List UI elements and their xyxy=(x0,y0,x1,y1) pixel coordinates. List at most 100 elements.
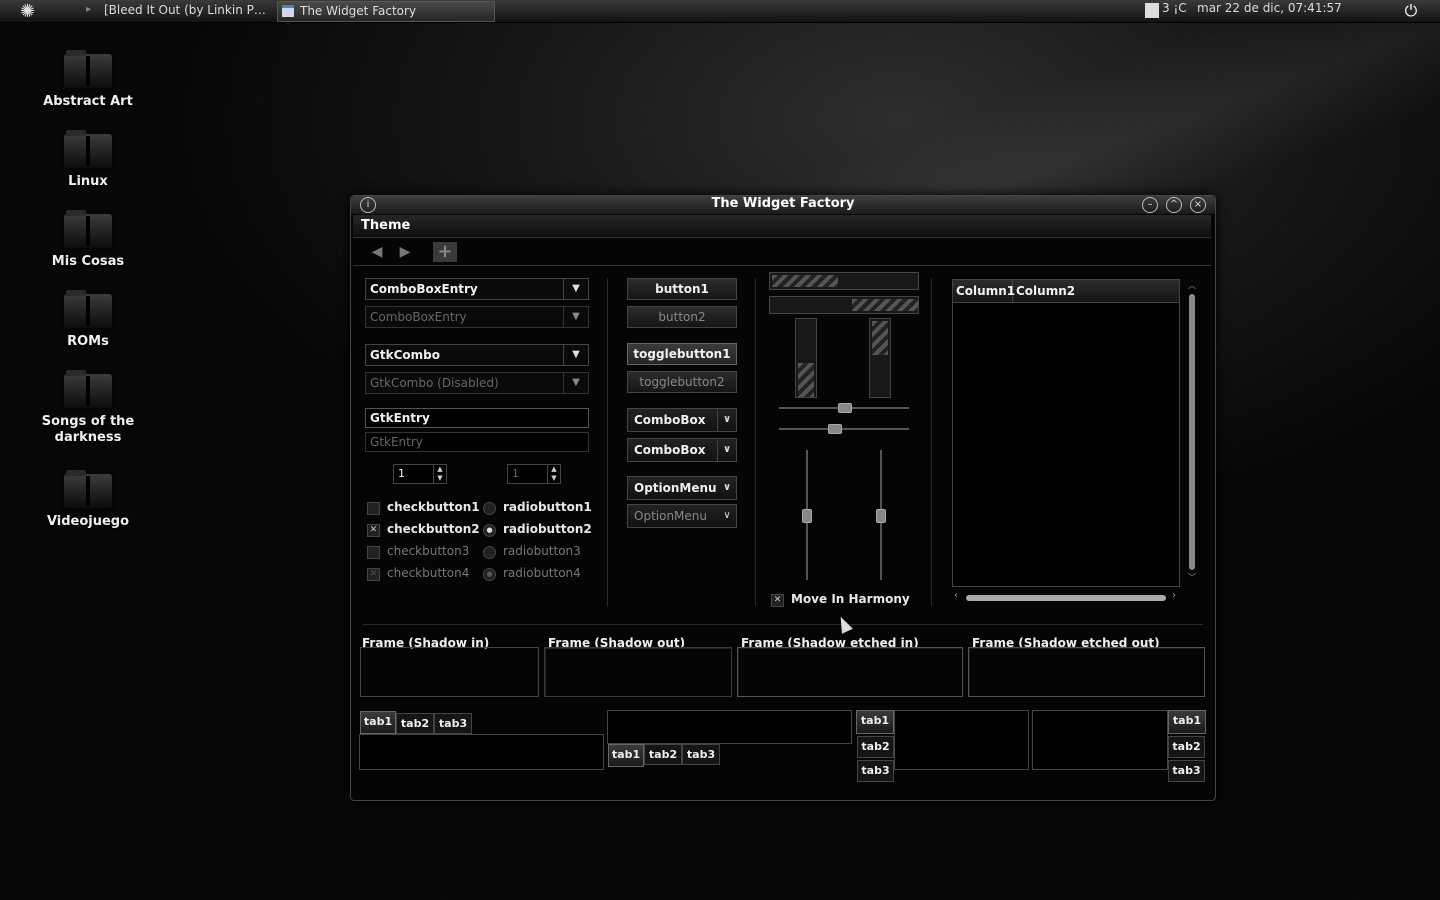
radio-off-icon xyxy=(483,502,496,515)
desktop-icon-videojuego[interactable]: Videojuego xyxy=(28,470,148,530)
titlebar[interactable]: i The Widget Factory – ^ × xyxy=(351,196,1215,214)
checkbutton-4-disabled: ✕ checkbutton4 xyxy=(367,563,477,583)
gtkcombo-1-value: GtkCombo xyxy=(370,348,440,362)
scroll-left-icon[interactable]: ‹ xyxy=(954,590,958,601)
maximize-icon[interactable]: ^ xyxy=(1166,197,1182,213)
desktop-icon-label: Videojuego xyxy=(46,514,130,529)
hscale-1[interactable] xyxy=(779,403,909,413)
back-icon[interactable]: ◀ xyxy=(365,242,389,262)
vprogressbar-2 xyxy=(869,318,891,398)
vscale-1[interactable] xyxy=(802,450,812,580)
optionmenu-2-disabled: OptionMenu ∨ xyxy=(627,504,737,528)
scrollbar-thumb[interactable] xyxy=(966,595,1166,601)
togglebutton-1[interactable]: togglebutton1 xyxy=(627,343,737,365)
tab-3[interactable]: tab3 xyxy=(682,744,720,765)
tab-1[interactable]: tab1 xyxy=(1168,710,1206,734)
ubuntu-menu-icon[interactable]: ✺ xyxy=(20,2,42,22)
tab-1[interactable]: tab1 xyxy=(608,744,644,767)
progressbar-2-fill xyxy=(852,299,918,311)
button-1[interactable]: button1 xyxy=(627,278,737,300)
scroll-right-icon[interactable]: › xyxy=(1172,590,1176,601)
clock[interactable]: mar 22 de dic, 07:41:57 xyxy=(1197,1,1342,15)
add-icon[interactable]: + xyxy=(433,242,457,262)
notebook-left xyxy=(894,710,1029,770)
radio-on-icon: ● xyxy=(483,524,496,537)
spin-arrows-icon[interactable]: ▲ ▼ xyxy=(433,465,446,483)
checkbutton-2[interactable]: ✕ checkbutton2 xyxy=(367,519,480,539)
notebook-bottom xyxy=(607,710,852,744)
hscale-1-knob[interactable] xyxy=(838,403,852,413)
vscale-2[interactable] xyxy=(876,450,886,580)
taskbar-item-label: [Bleed It Out (by Linkin P… xyxy=(104,3,266,17)
horizontal-scrollbar[interactable]: ‹ › xyxy=(954,590,1180,603)
togglebutton-2-disabled: togglebutton2 xyxy=(627,371,737,393)
frame-shadow-etched-out xyxy=(968,647,1205,697)
desktop-icon-abstract-art[interactable]: Abstract Art xyxy=(28,50,148,110)
forward-icon[interactable]: ▶ xyxy=(393,242,417,262)
scroll-down-icon[interactable]: ﹀ xyxy=(1188,572,1196,583)
tab-1[interactable]: tab1 xyxy=(856,710,894,734)
spinbutton-1[interactable]: 1 ▲ ▼ xyxy=(393,464,447,484)
tab-1[interactable]: tab1 xyxy=(360,711,396,734)
desktop-icon-songs[interactable]: Songs of the darkness xyxy=(28,370,148,446)
tab-3[interactable]: tab3 xyxy=(857,760,894,782)
scroll-up-icon[interactable]: ︿ xyxy=(1188,280,1196,291)
tab-2[interactable]: tab2 xyxy=(1168,736,1205,758)
combobox-1[interactable]: ComboBox ∨ xyxy=(627,408,737,432)
hscale-2-knob[interactable] xyxy=(827,424,842,434)
taskbar-item-widget-factory[interactable]: The Widget Factory xyxy=(277,1,495,22)
folder-icon xyxy=(64,130,112,168)
desktop-icon-linux[interactable]: Linux xyxy=(28,130,148,190)
vscale-1-knob[interactable] xyxy=(802,509,812,523)
column-header-2[interactable]: Column2 xyxy=(1013,280,1179,302)
comboboxentry-2-value: ComboBoxEntry xyxy=(370,310,467,324)
comboboxentry-1-value: ComboBoxEntry xyxy=(370,282,478,296)
close-icon[interactable]: × xyxy=(1190,197,1206,213)
move-in-harmony-check[interactable]: ✕ Move In Harmony xyxy=(771,589,921,609)
taskbar-item-label: The Widget Factory xyxy=(300,4,417,18)
gtkcombo-2-value: GtkCombo (Disabled) xyxy=(370,376,499,390)
frame-shadow-etched-in xyxy=(737,647,963,697)
gtkentry-1[interactable]: GtkEntry xyxy=(365,408,589,428)
desktop-icon-mis-cosas[interactable]: Mis Cosas xyxy=(28,210,148,270)
menu-theme[interactable]: Theme xyxy=(361,218,410,233)
chevron-down-icon[interactable]: ▼ xyxy=(563,345,588,365)
tab-3[interactable]: tab3 xyxy=(1168,760,1205,782)
tab-2[interactable]: tab2 xyxy=(857,736,894,758)
minimize-icon[interactable]: – xyxy=(1142,197,1158,213)
vertical-scrollbar[interactable]: ︿ ﹀ xyxy=(1187,280,1197,586)
scrollbar-thumb[interactable] xyxy=(1189,294,1195,570)
desktop-icon-label: Linux xyxy=(68,174,108,189)
vscale-2-knob[interactable] xyxy=(876,509,886,523)
optionmenu-1-value: OptionMenu xyxy=(634,481,717,495)
gtkcombo-1[interactable]: GtkCombo ▼ xyxy=(365,344,589,366)
chevron-down-icon[interactable]: ▼ xyxy=(563,279,588,299)
optionmenu-1[interactable]: OptionMenu ∨ xyxy=(627,476,737,500)
frame-shadow-out xyxy=(544,647,732,697)
comboboxentry-1[interactable]: ComboBoxEntry ▼ xyxy=(365,278,589,300)
desktop-icon-roms[interactable]: ROMs xyxy=(28,290,148,350)
radiobutton-4-disabled: ● radiobutton4 xyxy=(483,563,593,583)
checkbutton-1[interactable]: checkbutton1 xyxy=(367,497,480,517)
column-header-1[interactable]: Column1 xyxy=(953,280,1015,302)
checkbutton-3-disabled: checkbutton3 xyxy=(367,541,477,561)
tab-2[interactable]: tab2 xyxy=(644,744,682,765)
tab-3[interactable]: tab3 xyxy=(434,713,472,734)
hscale-2[interactable] xyxy=(779,424,909,434)
radiobutton-1[interactable]: radiobutton1 xyxy=(483,497,593,517)
radio-on-icon: ● xyxy=(483,568,496,581)
radiobutton-1-label: radiobutton1 xyxy=(503,500,592,514)
separator xyxy=(363,624,1203,625)
weather-icon[interactable] xyxy=(1145,3,1159,18)
combobox-2[interactable]: ComboBox ∨ xyxy=(627,438,737,462)
temperature[interactable]: 3 ¡C xyxy=(1162,1,1187,15)
chevron-down-icon: ∨ xyxy=(723,510,731,521)
power-icon[interactable]: ⏻ xyxy=(1402,1,1420,20)
tree-view[interactable]: Column1 Column2 xyxy=(952,279,1180,587)
taskbar-item-music[interactable]: ▸ [Bleed It Out (by Linkin P… xyxy=(82,1,284,20)
checkbox-checked-icon: ✕ xyxy=(771,594,784,607)
radiobutton-2[interactable]: ● radiobutton2 xyxy=(483,519,593,539)
tab-2[interactable]: tab2 xyxy=(396,713,434,734)
progressbar-2 xyxy=(769,296,919,314)
desktop-icon-label: Mis Cosas xyxy=(51,254,125,269)
